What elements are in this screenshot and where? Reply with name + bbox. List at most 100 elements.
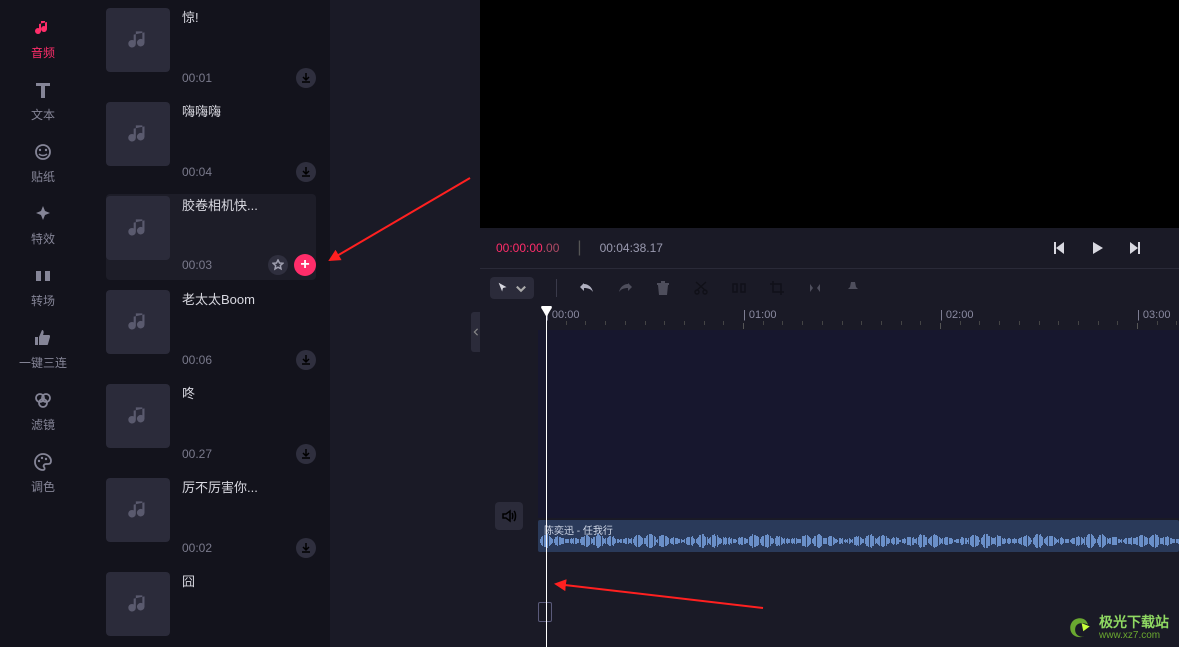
prev-button[interactable] [1051,240,1067,256]
panel-divider [330,0,480,647]
timeline-tracks-area[interactable]: | 00:00 | 01:00 | 02:00 | 03:00 陈奕迅 - 任我行 [538,306,1179,647]
ruler-tick: | 00:00 [546,309,579,321]
sidebar-item-label: 文本 [31,106,55,123]
delete-button[interactable] [655,280,671,296]
sparkle-icon [32,203,54,225]
sidebar-item-label: 一键三连 [19,354,67,371]
sidebar-item-effect[interactable]: 特效 [0,194,86,256]
watermark-title: 极光下载站 [1099,615,1169,630]
audio-thumbnail [106,384,170,448]
audio-item[interactable]: 厉不厉害你... 00:02 [106,476,316,562]
split-button[interactable] [731,280,747,296]
text-icon [32,79,54,101]
video-preview [480,0,1179,228]
ruler-tick: | 01:00 [743,309,776,321]
next-button[interactable] [1127,240,1143,256]
playback-bar: 00:00:00.00 | 00:04:38.17 [480,228,1179,268]
undo-button[interactable] [579,280,595,296]
pin-button[interactable] [845,280,861,296]
audio-duration: 00:06 [182,353,212,367]
add-to-timeline-button[interactable]: + [294,254,316,276]
filter-icon [32,389,54,411]
music-icon [32,17,54,39]
sidebar: 音频文本贴纸特效转场一键三连滤镜调色 [0,0,86,647]
download-button[interactable] [296,162,316,182]
cut-button[interactable] [693,280,709,296]
timecode-separator: | [577,239,581,257]
audio-clip[interactable]: 陈奕迅 - 任我行 [538,520,1179,552]
ruler-tick: | 03:00 [1137,309,1170,321]
audio-title: 咚 [182,386,316,402]
redo-button[interactable] [617,280,633,296]
audio-thumbnail [106,572,170,636]
chevron-down-icon [514,281,528,295]
audio-duration: 00:01 [182,71,212,85]
sidebar-item-label: 特效 [31,230,55,247]
timecode-current: 00:00:00.00 [496,239,559,257]
timeline-track-headers [480,306,538,647]
sidebar-item-label: 转场 [31,292,55,309]
playhead[interactable] [546,306,547,647]
watermark-logo-icon [1067,615,1093,641]
audio-item[interactable]: 胶卷相机快... 00:03 + [106,194,316,280]
sidebar-item-transition[interactable]: 转场 [0,256,86,318]
sidebar-item-label: 滤镜 [31,416,55,433]
crop-button[interactable] [769,280,785,296]
audio-duration: 00:03 [182,258,212,272]
thumbs-up-icon [32,327,54,349]
audio-list-panel: 惊! 00:01 嗨嗨嗨 00:04 胶卷相机快... 00:03 + 老太太B… [86,0,330,647]
audio-thumbnail [106,196,170,260]
audio-item[interactable]: 惊! 00:01 [106,6,316,92]
audio-duration: 00:02 [182,541,212,555]
audio-thumbnail [106,478,170,542]
sidebar-item-label: 调色 [31,478,55,495]
favorite-button[interactable] [268,255,288,275]
timeline-ruler[interactable]: | 00:00 | 01:00 | 02:00 | 03:00 [538,306,1179,330]
timeline-toolbar [480,268,1179,306]
mirror-button[interactable] [807,280,823,296]
sidebar-item-label: 贴纸 [31,168,55,185]
sidebar-item-audio[interactable]: 音频 [0,8,86,70]
watermark-url: www.xz7.com [1099,630,1169,641]
watermark: 极光下载站 www.xz7.com [1067,615,1169,641]
audio-thumbnail [106,8,170,72]
audio-title: 囧 [182,574,316,590]
mute-track-button[interactable] [495,502,523,530]
right-panel: 00:00:00.00 | 00:04:38.17 [480,0,1179,647]
sidebar-item-label: 音频 [31,44,55,61]
sidebar-item-color[interactable]: 调色 [0,442,86,504]
timecode-total: 00:04:38.17 [600,241,663,255]
empty-clip-marker[interactable] [538,602,552,622]
timeline: | 00:00 | 01:00 | 02:00 | 03:00 陈奕迅 - 任我行 [480,306,1179,647]
ruler-tick: | 02:00 [940,309,973,321]
audio-item[interactable]: 老太太Boom 00:06 [106,288,316,374]
audio-title: 胶卷相机快... [182,198,316,214]
transition-icon [32,265,54,287]
audio-thumbnail [106,102,170,166]
play-button[interactable] [1089,240,1105,256]
sidebar-item-filter[interactable]: 滤镜 [0,380,86,442]
waveform [538,532,1179,550]
palette-icon [32,451,54,473]
sidebar-item-onekey[interactable]: 一键三连 [0,318,86,380]
audio-title: 老太太Boom [182,292,316,308]
audio-item[interactable]: 囧 [106,570,316,647]
sidebar-item-sticker[interactable]: 贴纸 [0,132,86,194]
audio-duration: 00:04 [182,165,212,179]
download-button[interactable] [296,68,316,88]
sidebar-item-text[interactable]: 文本 [0,70,86,132]
video-track[interactable] [538,330,1179,518]
audio-duration: 00.27 [182,447,212,461]
annotation-arrow-2 [538,566,778,616]
sticker-icon [32,141,54,163]
audio-title: 惊! [182,10,316,26]
selection-tool[interactable] [490,277,534,299]
download-button[interactable] [296,444,316,464]
audio-item[interactable]: 嗨嗨嗨 00:04 [106,100,316,186]
audio-item[interactable]: 咚 00.27 [106,382,316,468]
audio-title: 厉不厉害你... [182,480,316,496]
download-button[interactable] [296,538,316,558]
download-button[interactable] [296,350,316,370]
audio-thumbnail [106,290,170,354]
audio-title: 嗨嗨嗨 [182,104,316,120]
